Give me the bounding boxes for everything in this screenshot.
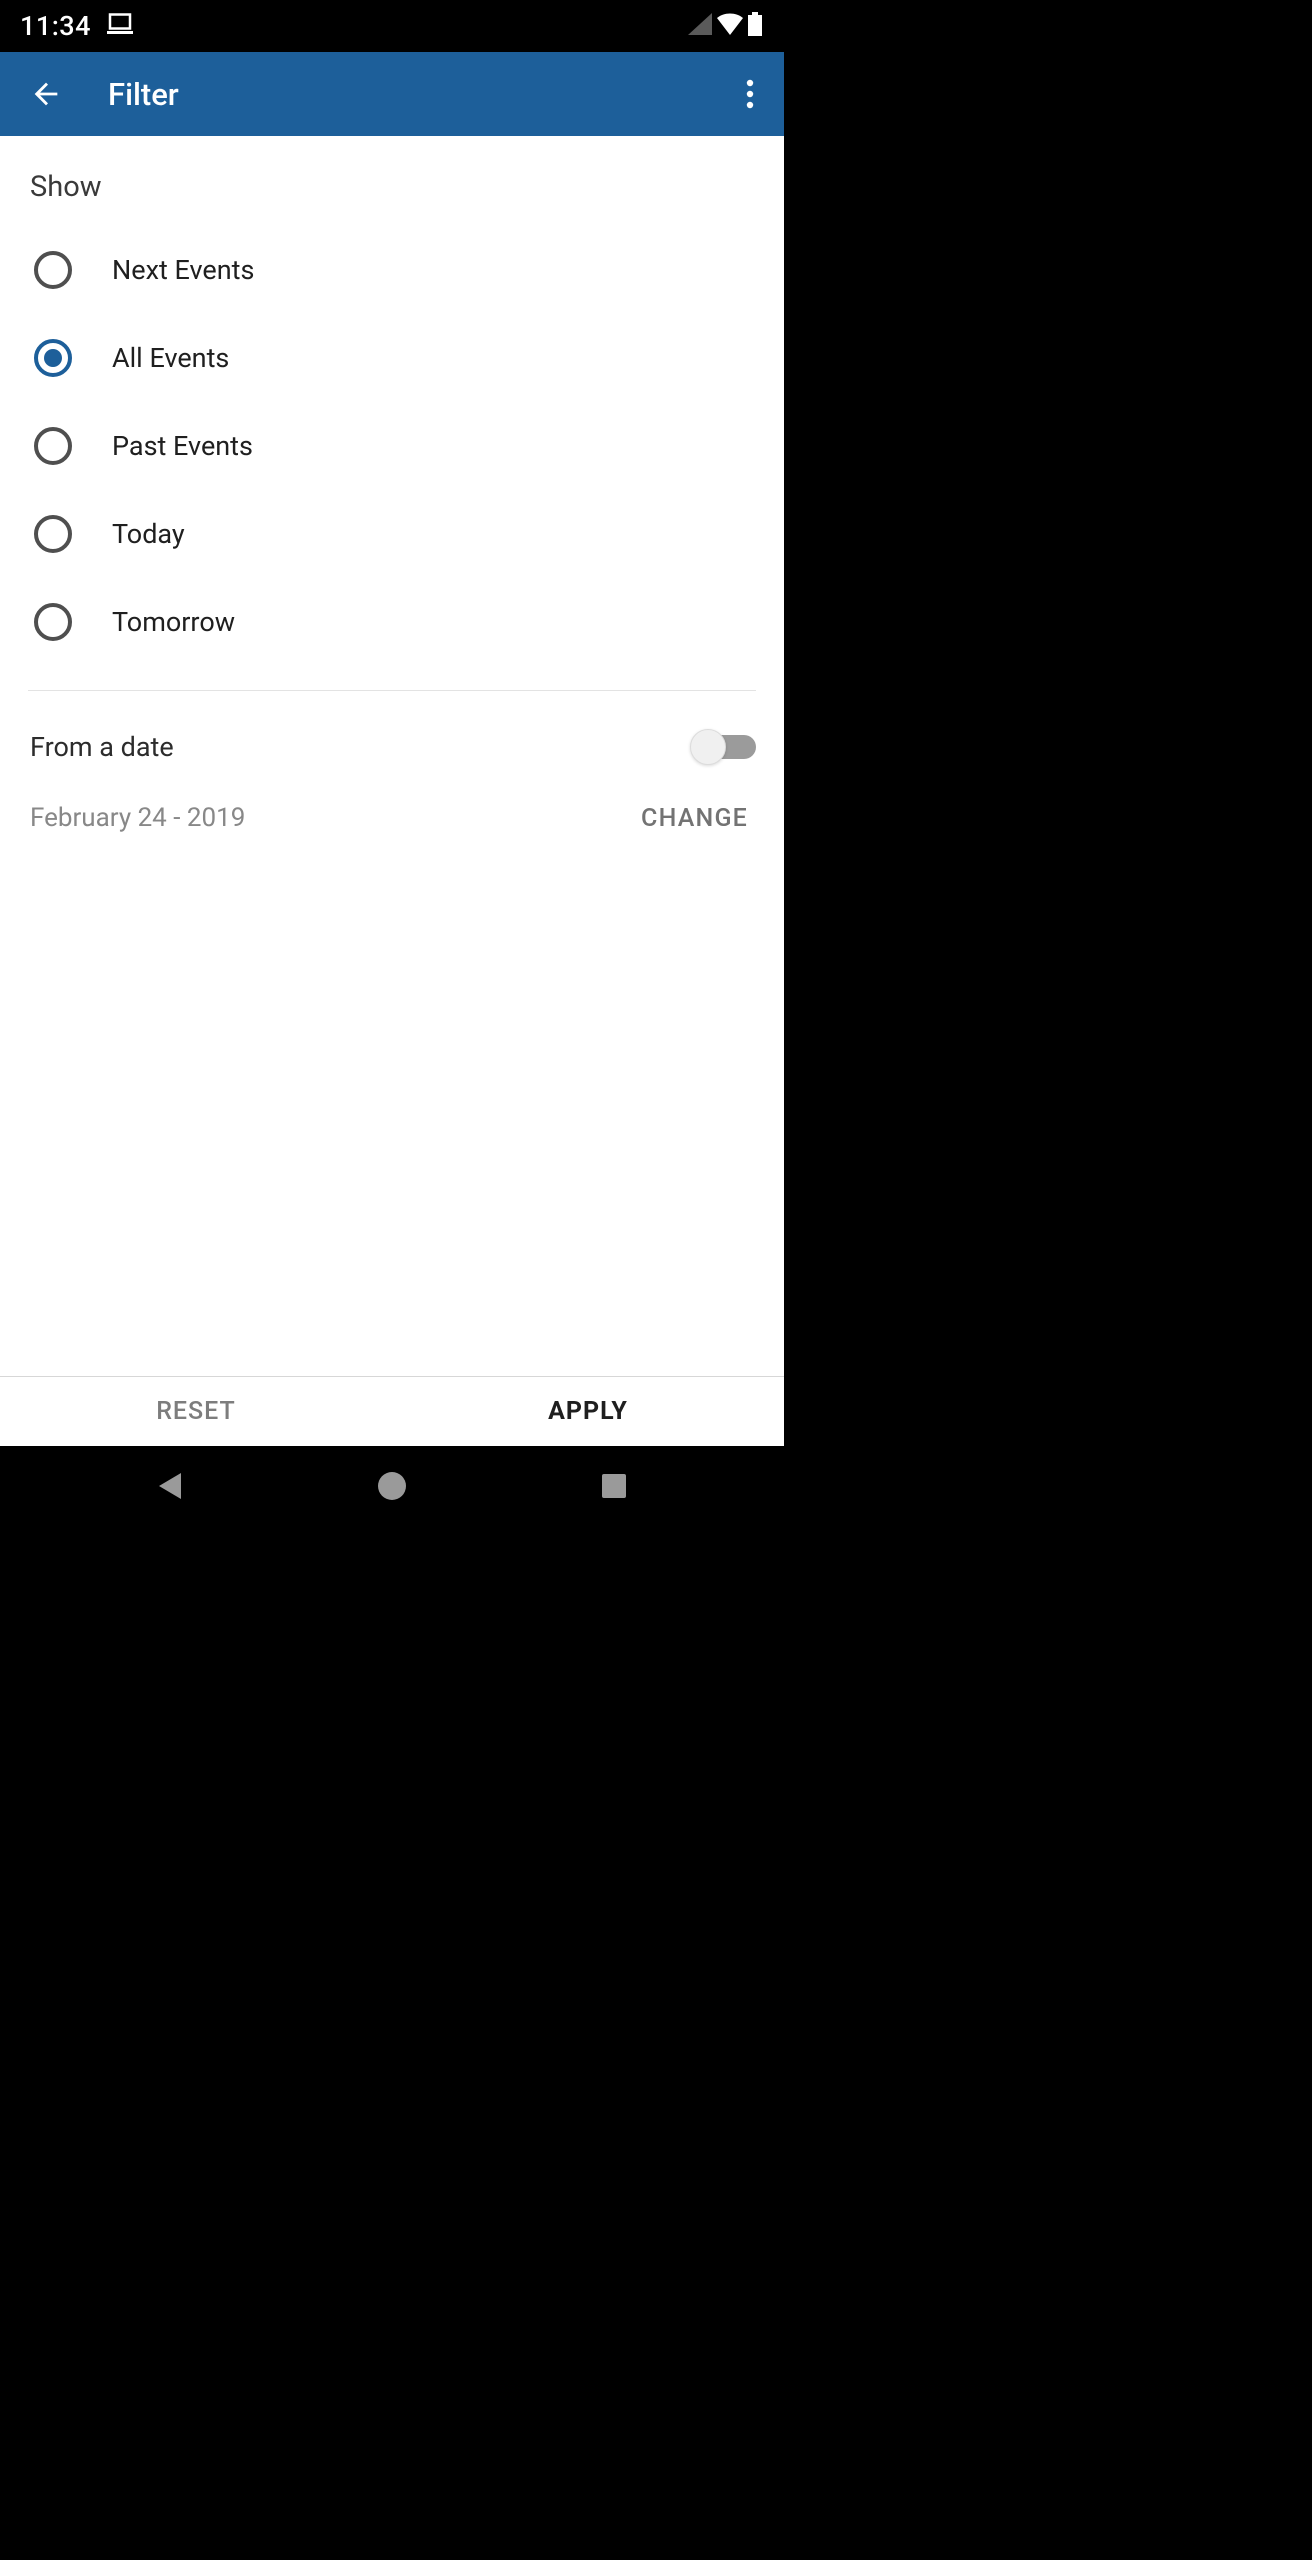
reset-button[interactable]: RESET xyxy=(0,1377,392,1446)
radio-icon xyxy=(34,603,72,641)
cellular-icon xyxy=(688,13,712,39)
radio-option[interactable]: All Events xyxy=(0,314,784,402)
radio-option[interactable]: Past Events xyxy=(0,402,784,490)
radio-option[interactable]: Next Events xyxy=(0,226,784,314)
nav-back-button[interactable] xyxy=(157,1471,183,1505)
back-button[interactable] xyxy=(26,74,66,114)
status-clock: 11:34 xyxy=(20,10,91,42)
more-vert-icon xyxy=(746,79,754,109)
radio-icon xyxy=(34,251,72,289)
apply-button[interactable]: APPLY xyxy=(392,1377,784,1446)
circle-home-icon xyxy=(377,1471,407,1501)
app-bar: Filter xyxy=(0,52,784,136)
battery-icon xyxy=(748,12,762,40)
radio-label: All Events xyxy=(112,342,229,374)
wifi-icon xyxy=(716,13,744,39)
radio-option[interactable]: Today xyxy=(0,490,784,578)
nav-home-button[interactable] xyxy=(377,1471,407,1505)
from-date-value: February 24 - 2019 xyxy=(30,803,245,833)
arrow-left-icon xyxy=(29,77,63,111)
section-show-title: Show xyxy=(0,136,784,218)
triangle-back-icon xyxy=(157,1471,183,1501)
from-date-label: From a date xyxy=(30,731,174,763)
action-bar: RESET APPLY xyxy=(0,1376,784,1446)
radio-label: Today xyxy=(112,518,185,550)
laptop-icon xyxy=(107,13,135,39)
status-left: 11:34 xyxy=(20,10,135,42)
from-date-value-row: February 24 - 2019 CHANGE xyxy=(0,775,784,853)
status-right xyxy=(688,12,762,40)
radio-option[interactable]: Tomorrow xyxy=(0,578,784,666)
switch-thumb xyxy=(690,729,726,765)
radio-label: Tomorrow xyxy=(112,606,235,638)
radio-label: Past Events xyxy=(112,430,253,462)
navigation-bar xyxy=(0,1446,784,1530)
radio-icon xyxy=(34,427,72,465)
radio-icon xyxy=(34,515,72,553)
nav-recent-button[interactable] xyxy=(601,1473,627,1503)
from-date-row: From a date xyxy=(0,691,784,775)
status-bar: 11:34 xyxy=(0,0,784,52)
change-date-button[interactable]: CHANGE xyxy=(641,804,748,833)
radio-icon xyxy=(34,339,72,377)
radio-label: Next Events xyxy=(112,254,254,286)
page-title: Filter xyxy=(108,76,179,113)
overflow-menu-button[interactable] xyxy=(730,74,770,114)
from-date-switch[interactable] xyxy=(692,735,756,759)
content-area: Show Next Events All Events Past Events Tod… xyxy=(0,136,784,1446)
radio-group-show: Next Events All Events Past Events Today Tom… xyxy=(0,218,784,690)
square-recent-icon xyxy=(601,1473,627,1499)
